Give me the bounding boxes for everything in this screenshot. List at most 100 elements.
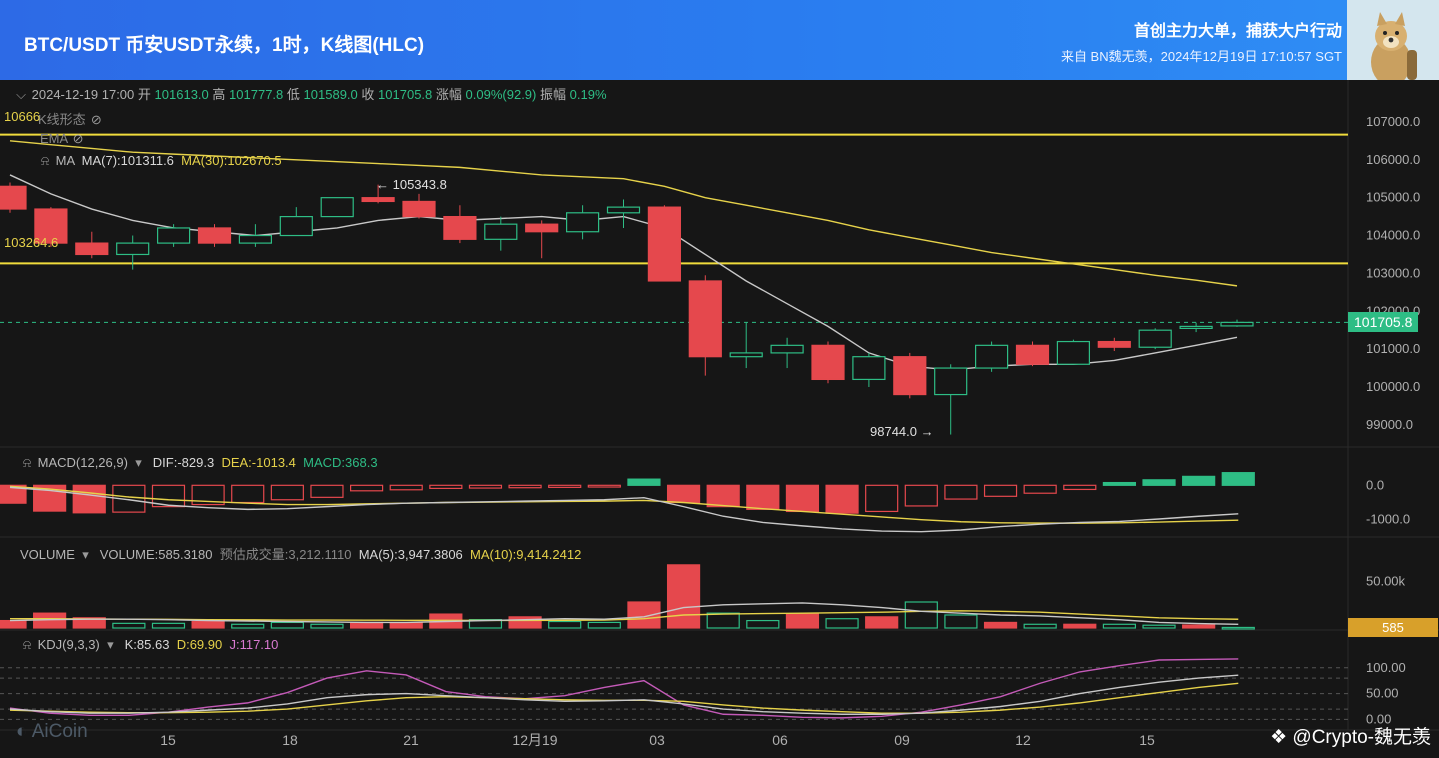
volume-bar — [825, 618, 859, 629]
volume-bar — [627, 601, 661, 629]
chevron-down-icon[interactable]: ▾ — [103, 637, 117, 653]
volume-ma10: MA(10):9,414.2412 — [470, 547, 582, 562]
volume-bar — [1221, 626, 1255, 630]
candle-body — [0, 185, 27, 210]
watermark-text: @Crypto-魏无羡 — [1292, 727, 1431, 748]
bell-icon[interactable]: ⍾ — [20, 637, 34, 653]
macd-histogram-bar — [429, 484, 463, 490]
candle-body — [320, 197, 354, 218]
candle-body — [238, 234, 272, 244]
chevron-down-icon[interactable]: ▾ — [132, 455, 146, 471]
volume-bar — [0, 619, 27, 629]
volume-bar — [587, 621, 621, 629]
time-tick-label: 18 — [282, 732, 298, 748]
change-value: 0.09%(92.9) — [465, 87, 537, 102]
d-value: D:69.90 — [176, 637, 223, 652]
macd-histogram-bar — [1102, 481, 1137, 486]
candle-body — [1179, 325, 1213, 330]
ema-label: EMA — [40, 131, 68, 146]
macd-histogram-bar — [627, 478, 661, 486]
collapse-icon[interactable]: ⌵ — [14, 87, 28, 103]
candle-body — [606, 206, 641, 214]
candle-body — [893, 356, 927, 396]
macd-histogram-bar — [865, 484, 899, 513]
macd-histogram-bar — [785, 484, 820, 513]
ma-label: MA — [55, 153, 75, 168]
candle-body — [116, 242, 150, 256]
close-value: 101705.8 — [378, 87, 433, 102]
volume-ma5: MA(5):3,947.3806 — [358, 547, 463, 562]
volume-bar — [1142, 624, 1176, 629]
high-marker: ← 105343.8 — [376, 177, 447, 192]
candle-body — [1015, 344, 1050, 365]
macd-histogram-bar — [349, 484, 384, 492]
kline-shape-label: K线形态 — [38, 112, 86, 127]
kdj-tick-label: 50.00 — [1366, 686, 1399, 701]
macd-histogram-bar — [270, 484, 304, 501]
low-label: 低 — [286, 87, 300, 102]
volume-bar — [983, 621, 1018, 629]
macd-histogram-bar — [310, 484, 344, 498]
current-volume-tag: 585 — [1348, 618, 1438, 637]
candle-body — [934, 367, 968, 396]
macd-label: MACD(12,26,9) — [37, 455, 128, 470]
macd-histogram-bar — [508, 484, 542, 489]
macd-histogram-bar — [1221, 472, 1255, 486]
volume-label: VOLUME — [20, 547, 75, 562]
time-tick-label: 09 — [894, 732, 910, 748]
bell-icon[interactable]: ⍾ — [38, 153, 52, 169]
volume-bar — [904, 601, 938, 629]
volume-legend[interactable]: VOLUME ▾ VOLUME:585.3180 预估成交量:3,212.111… — [20, 544, 581, 563]
watermark: ❖ @Crypto-魏无羡 — [1270, 722, 1431, 749]
price-tick-label: 103000.0 — [1366, 265, 1420, 280]
macd-histogram-bar — [983, 484, 1018, 497]
high-value: 101777.8 — [229, 87, 284, 102]
candle-body — [75, 242, 109, 256]
macd-histogram-bar — [825, 484, 859, 514]
high-label: 高 — [212, 87, 226, 102]
kdj-legend[interactable]: ⍾ KDJ(9,3,3) ▾ K:85.63 D:69.90 J:117.10 — [20, 637, 279, 653]
time-tick-label: 06 — [772, 732, 788, 748]
ma7-value: MA(7):101311.6 — [81, 153, 174, 168]
volume-ma10-line — [10, 610, 1239, 622]
candle-body — [852, 356, 886, 381]
time-tick-label: 03 — [649, 732, 665, 748]
volume-bar — [310, 623, 344, 629]
volume-bar — [151, 622, 186, 629]
candle-body — [361, 197, 395, 203]
kdj-label: KDJ(9,3,3) — [37, 637, 100, 652]
volume-bar — [191, 620, 225, 629]
macd-histogram-bar — [468, 484, 503, 489]
candle-body — [157, 227, 191, 244]
time-tick-label: 12 — [1015, 732, 1031, 748]
candle-body — [1220, 321, 1254, 327]
macd-histogram-bar — [904, 484, 938, 507]
price-tick-label: 107000.0 — [1366, 114, 1420, 129]
candle-body — [565, 212, 600, 233]
macd-histogram-bar — [666, 484, 701, 504]
volume-bar — [1102, 623, 1137, 629]
change-label: 涨幅 — [435, 87, 462, 102]
candle-body — [770, 344, 804, 354]
lower-line-label: 103264.6 — [4, 235, 59, 250]
volume-bar — [944, 614, 978, 629]
ema-legend[interactable]: EMA ⊘ — [40, 131, 85, 147]
chevron-down-icon[interactable]: ▾ — [79, 547, 93, 563]
volume-bar — [349, 621, 384, 629]
macd-legend[interactable]: ⍾ MACD(12,26,9) ▾ DIF:-829.3 DEA:-1013.4… — [20, 455, 378, 471]
price-tick-label: 101000.0 — [1366, 341, 1420, 356]
eye-hidden-icon[interactable]: ⊘ — [89, 112, 103, 128]
bell-icon[interactable]: ⍾ — [20, 455, 34, 471]
macd-histogram-bar — [1142, 479, 1176, 486]
k-value: K:85.63 — [124, 637, 170, 652]
eye-hidden-icon[interactable]: ⊘ — [71, 131, 85, 147]
estimated-volume: 预估成交量:3,212.1110 — [219, 547, 352, 562]
current-price-tag: 101705.8 — [1348, 312, 1419, 332]
price-tick-label: 105000.0 — [1366, 190, 1420, 205]
low-value: 101589.0 — [303, 87, 358, 102]
kline-shape-legend[interactable]: K线形态 ⊘ — [38, 109, 103, 128]
time-tick-label: 15 — [160, 732, 176, 748]
ma-legend[interactable]: ⍾ MA MA(7):101311.6 MA(30):102670.5 — [38, 153, 282, 169]
volume-bar — [231, 623, 265, 629]
ohlc-readout: ⌵ 2024-12-19 17:00 开 101613.0 高 101777.8… — [14, 84, 606, 103]
